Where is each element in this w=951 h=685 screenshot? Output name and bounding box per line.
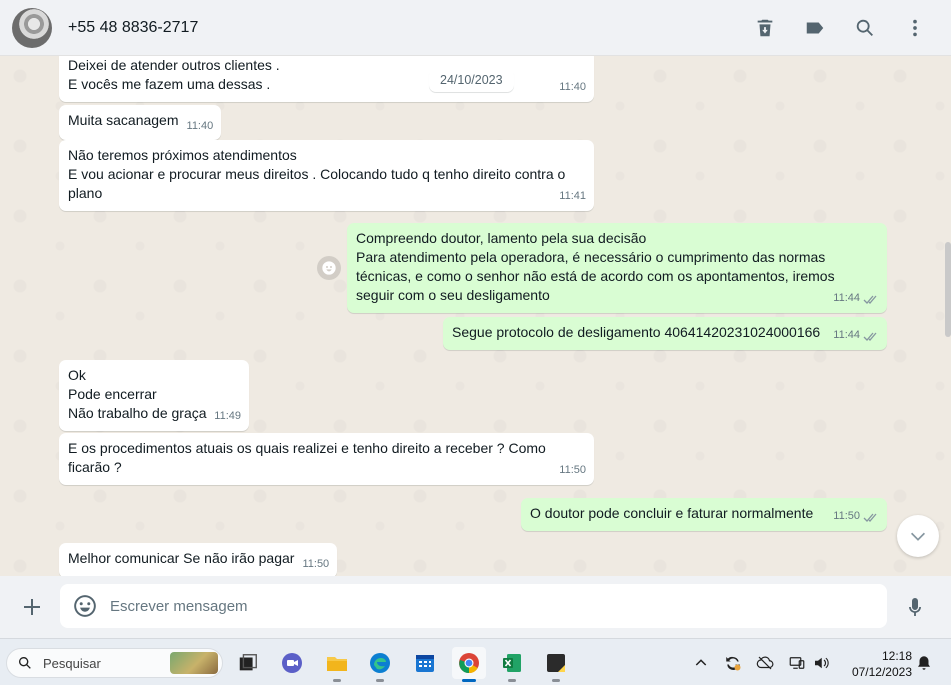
message-time: 11:50 — [833, 510, 860, 522]
chat-panel[interactable]: Deixei de atender outros clientes . E vo… — [0, 56, 951, 576]
excel-icon[interactable] — [495, 647, 529, 682]
message-time: 11:50 — [559, 464, 586, 476]
message-meta: 11:50 — [833, 507, 879, 526]
sticky-notes-icon[interactable] — [539, 647, 573, 682]
message-incoming[interactable]: Melhor comunicar Se não irão pagar 11:50 — [59, 543, 338, 576]
clock-time: 12:18 — [881, 649, 912, 663]
search-icon — [17, 655, 33, 671]
search-icon[interactable] — [853, 16, 877, 40]
microphone-icon[interactable] — [903, 595, 927, 619]
message-incoming[interactable]: Ok Pode encerrar Não trabalho de graça 1… — [59, 360, 249, 431]
message-time: 11:49 — [214, 410, 241, 422]
contact-name[interactable]: +55 48 8836-2717 — [68, 19, 198, 37]
message-time: 11:44 — [833, 329, 860, 341]
read-ticks-icon — [863, 293, 879, 304]
chrome-icon[interactable] — [452, 647, 486, 682]
menu-icon[interactable] — [903, 16, 927, 40]
chat-scrollbar[interactable] — [945, 242, 951, 337]
message-time: 11:41 — [559, 190, 586, 202]
message-outgoing[interactable]: Segue protocolo de desligamento 40641420… — [443, 317, 887, 350]
message-text: Não teremos próximos atendimentos E vou … — [68, 147, 566, 201]
message-text: Segue protocolo de desligamento 40641420… — [452, 324, 821, 340]
message-text: Muita sacanagem — [68, 112, 179, 128]
windows-taskbar: Pesquisar 12:18 07/12/2023 — [0, 638, 951, 685]
message-text: E os procedimentos atuais os quais reali… — [68, 440, 546, 475]
message-outgoing[interactable]: O doutor pode concluir e faturar normalm… — [521, 498, 887, 531]
file-explorer-icon[interactable] — [320, 647, 354, 682]
contact-avatar[interactable] — [12, 7, 52, 48]
search-highlight-image — [170, 652, 218, 674]
volume-icon[interactable] — [811, 653, 831, 673]
react-emoji-icon[interactable] — [317, 256, 341, 280]
message-time: 11:50 — [302, 558, 330, 570]
cloud-offline-icon[interactable] — [755, 653, 775, 673]
running-indicator — [376, 679, 384, 682]
message-outgoing[interactable]: Compreendo doutor, lamento pela sua deci… — [347, 223, 887, 313]
meet-icon[interactable] — [275, 647, 309, 679]
sync-icon[interactable] — [723, 653, 743, 673]
message-meta: 11:40 — [559, 78, 586, 97]
scroll-down-button[interactable] — [897, 515, 939, 557]
read-ticks-icon — [863, 511, 879, 522]
message-meta: 11:50 — [559, 461, 586, 480]
message-incoming[interactable]: Não teremos próximos atendimentos E vou … — [59, 140, 594, 211]
active-indicator — [462, 679, 476, 682]
message-input-box[interactable] — [60, 584, 887, 628]
header-actions — [753, 16, 927, 40]
emoji-icon[interactable] — [72, 593, 98, 619]
message-meta: 11:49 — [214, 407, 241, 426]
calendar-icon[interactable] — [408, 647, 442, 679]
running-indicator — [508, 679, 516, 682]
message-meta: 11:44 — [833, 326, 879, 345]
notification-bell-icon[interactable] — [914, 653, 934, 673]
task-view-icon[interactable] — [231, 647, 265, 679]
running-indicator — [552, 679, 560, 682]
taskbar-search[interactable]: Pesquisar — [6, 648, 223, 678]
composer — [0, 576, 951, 638]
date-chip: 24/10/2023 — [429, 68, 514, 92]
network-icon[interactable] — [787, 653, 807, 673]
label-icon[interactable] — [803, 16, 827, 40]
message-input[interactable] — [110, 597, 810, 615]
message-incoming[interactable]: Deixei de atender outros clientes . E vo… — [59, 56, 594, 102]
message-time: 11:44 — [833, 292, 860, 304]
chevron-down-icon — [911, 532, 925, 541]
clock-date: 07/12/2023 — [851, 665, 912, 679]
message-incoming[interactable]: Muita sacanagem 11:40 — [59, 105, 222, 140]
read-ticks-icon — [863, 330, 879, 341]
message-text: Compreendo doutor, lamento pela sua deci… — [356, 230, 835, 303]
message-time: 11:40 — [186, 120, 214, 132]
chevron-up-icon[interactable] — [691, 653, 711, 673]
edge-icon[interactable] — [363, 647, 397, 682]
message-text: O doutor pode concluir e faturar normalm… — [530, 505, 814, 521]
delete-icon[interactable] — [753, 16, 777, 40]
attach-plus-icon[interactable] — [20, 595, 44, 619]
chat-header: +55 48 8836-2717 — [0, 0, 951, 56]
message-incoming[interactable]: E os procedimentos atuais os quais reali… — [59, 433, 594, 485]
message-meta: 11:41 — [559, 187, 586, 206]
running-indicator — [333, 679, 341, 682]
taskbar-search-label: Pesquisar — [43, 655, 101, 671]
message-time: 11:40 — [559, 81, 586, 93]
taskbar-clock[interactable]: 12:18 07/12/2023 — [838, 648, 912, 680]
message-text: Melhor comunicar Se não irão pagar — [68, 550, 295, 566]
message-meta: 11:44 — [833, 289, 879, 308]
